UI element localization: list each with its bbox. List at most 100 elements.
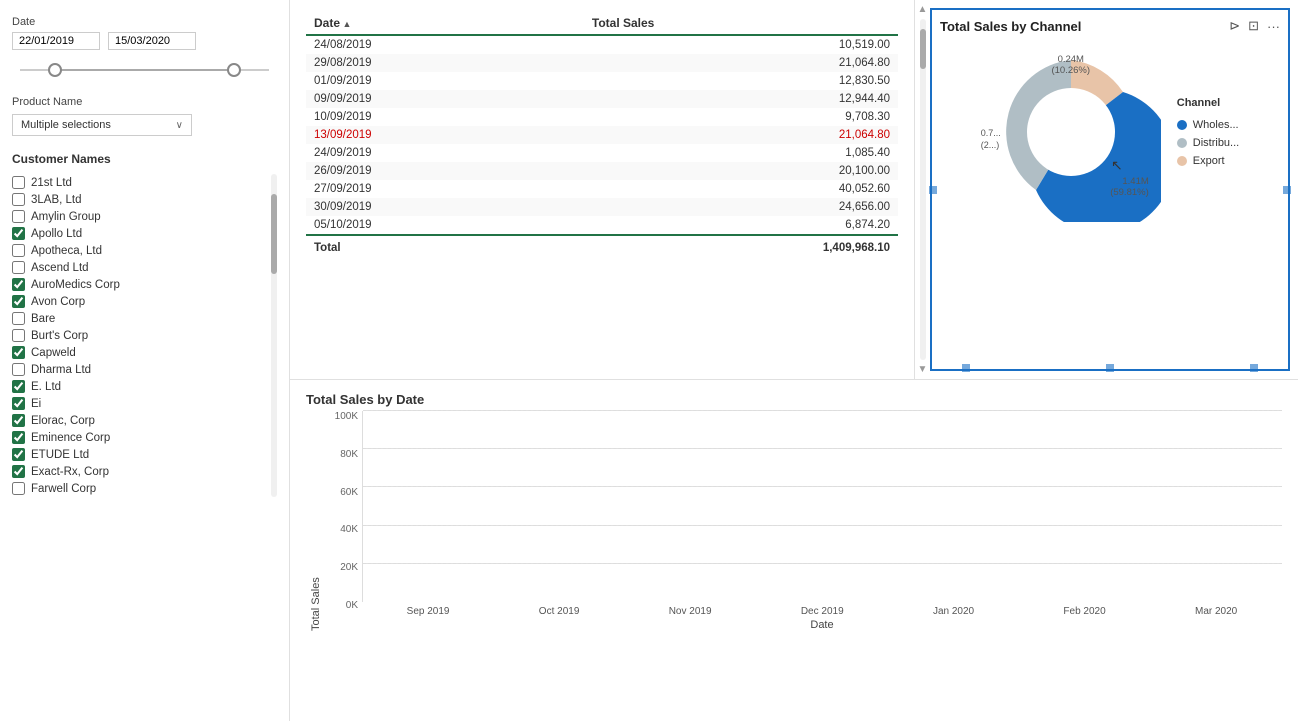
date-label: Date (12, 16, 277, 28)
customer-checkbox[interactable] (12, 244, 25, 257)
resize-handle-bottom-mid[interactable] (1106, 364, 1114, 372)
customer-checkbox[interactable] (12, 312, 25, 325)
customer-name: AuroMedics Corp (31, 279, 120, 291)
bar-chart-title: Total Sales by Date (306, 392, 1282, 407)
scroll-down-icon[interactable]: ▼ (918, 364, 928, 375)
customer-checkbox[interactable] (12, 346, 25, 359)
main-container: Date Product Name Multiple selections ∨ … (0, 0, 1298, 721)
y-axis: 0K20K40K60K80K100K (322, 411, 362, 631)
list-item: Eminence Corp (12, 429, 267, 446)
slider-thumb-left[interactable] (48, 63, 62, 77)
table-cell-sales: 20,100.00 (584, 162, 898, 180)
top-section: Date Total Sales 24/08/201910,519.0029/0… (290, 0, 1298, 380)
customer-checkbox[interactable] (12, 193, 25, 206)
bar-chart-container: Total Sales 0K20K40K60K80K100K Sep 2019O… (306, 411, 1282, 631)
customer-name: E. Ltd (31, 381, 61, 393)
resize-handle-bottom-left[interactable] (962, 364, 970, 372)
expand-icon[interactable]: ⊡ (1248, 18, 1259, 34)
date-filter-section: Date (12, 16, 277, 84)
donut-label-left: 0.7...(2...) (981, 128, 1001, 151)
customer-checkbox[interactable] (12, 261, 25, 274)
bars-and-grid (362, 411, 1282, 602)
customer-checkbox[interactable] (12, 448, 25, 461)
table-cell-date: 01/09/2019 (306, 72, 584, 90)
x-axis-label: Oct 2019 (539, 606, 580, 617)
y-axis-label: 40K (340, 524, 358, 535)
slider-active-range (52, 69, 237, 71)
product-label: Product Name (12, 96, 277, 108)
customer-checkbox[interactable] (12, 465, 25, 478)
list-item: Ei (12, 395, 267, 412)
customer-checkbox[interactable] (12, 278, 25, 291)
filter-icon[interactable]: ⊳ (1229, 18, 1240, 34)
customer-checkbox[interactable] (12, 329, 25, 342)
product-dropdown[interactable]: Multiple selections ∨ (12, 114, 192, 136)
sidebar-scrollbar[interactable] (271, 174, 277, 497)
table-cell-sales: 40,052.60 (584, 180, 898, 198)
table-cell-date: 29/08/2019 (306, 54, 584, 72)
customer-name: 3LAB, Ltd (31, 194, 82, 206)
customer-name: Dharma Ltd (31, 364, 91, 376)
list-item: E. Ltd (12, 378, 267, 395)
sidebar-scrollbar-thumb (271, 194, 277, 274)
x-axis-label: Feb 2020 (1063, 606, 1105, 617)
legend-title: Channel (1177, 97, 1239, 109)
y-axis-label: 60K (340, 487, 358, 498)
table-cell-date: 27/09/2019 (306, 180, 584, 198)
customer-checkbox[interactable] (12, 227, 25, 240)
table-row: 05/10/20196,874.20 (306, 216, 898, 235)
y-axis-title: Total Sales (306, 411, 322, 631)
resize-handle-bottom-right[interactable] (1250, 364, 1258, 372)
list-item: Amylin Group (12, 208, 267, 225)
customer-checkbox[interactable] (12, 431, 25, 444)
list-item: 21st Ltd (12, 174, 267, 191)
chart-icon-group: ⊳ ⊡ ··· (1229, 18, 1280, 34)
col-sales-header[interactable]: Total Sales (584, 12, 898, 35)
customer-checkbox[interactable] (12, 363, 25, 376)
resize-handle-left-mid[interactable] (929, 186, 937, 194)
customer-label: Customer Names (12, 152, 277, 166)
col-date-header[interactable]: Date (306, 12, 584, 35)
customer-filter-section: Customer Names 21st Ltd 3LAB, Ltd Amylin G… (12, 152, 277, 497)
scroll-up-icon[interactable]: ▲ (918, 4, 928, 15)
legend-item-export: Export (1177, 155, 1239, 167)
list-item: ETUDE Ltd (12, 446, 267, 463)
date-to-input[interactable] (108, 32, 196, 50)
customer-checkbox[interactable] (12, 414, 25, 427)
customer-checkbox[interactable] (12, 295, 25, 308)
customer-checkbox[interactable] (12, 176, 25, 189)
table-cell-sales: 1,085.40 (584, 144, 898, 162)
cursor-indicator: ↖ (1111, 157, 1123, 174)
table-row: 24/08/201910,519.00 (306, 35, 898, 54)
product-dropdown-value: Multiple selections (21, 119, 111, 131)
donut-legend: Channel Wholes... Distribu... Export (1177, 97, 1239, 167)
scroll-thumb (920, 29, 926, 69)
bar-chart-section: Total Sales by Date Total Sales 0K20K40K… (290, 380, 1298, 721)
customer-checkbox[interactable] (12, 380, 25, 393)
slider-thumb-right[interactable] (227, 63, 241, 77)
donut-label-top: 0.24M(10.26%) (1051, 54, 1090, 76)
customer-checkbox[interactable] (12, 210, 25, 223)
resize-handle-right-mid[interactable] (1283, 186, 1291, 194)
customer-name: Farwell Corp (31, 483, 96, 495)
date-from-input[interactable] (12, 32, 100, 50)
legend-label-export: Export (1193, 155, 1225, 167)
data-table-area: Date Total Sales 24/08/201910,519.0029/0… (290, 0, 914, 379)
customer-name: Bare (31, 313, 55, 325)
customer-checkbox[interactable] (12, 397, 25, 410)
table-row: 24/09/20191,085.40 (306, 144, 898, 162)
customer-checkbox[interactable] (12, 482, 25, 495)
legend-label-wholesale: Wholes... (1193, 119, 1239, 131)
customer-name: Burt's Corp (31, 330, 88, 342)
x-axis: Sep 2019Oct 2019Nov 2019Dec 2019Jan 2020… (362, 602, 1282, 617)
x-axis-title: Date (362, 619, 1282, 631)
table-cell-date: 10/09/2019 (306, 108, 584, 126)
table-row: 01/09/201912,830.50 (306, 72, 898, 90)
list-item: Ascend Ltd (12, 259, 267, 276)
date-slider[interactable] (12, 56, 277, 84)
more-icon[interactable]: ··· (1267, 19, 1280, 34)
customer-name: Elorac, Corp (31, 415, 95, 427)
table-scrollbar[interactable]: ▲ ▼ (914, 0, 930, 379)
customer-name: Eminence Corp (31, 432, 110, 444)
y-axis-label: 0K (346, 600, 358, 611)
